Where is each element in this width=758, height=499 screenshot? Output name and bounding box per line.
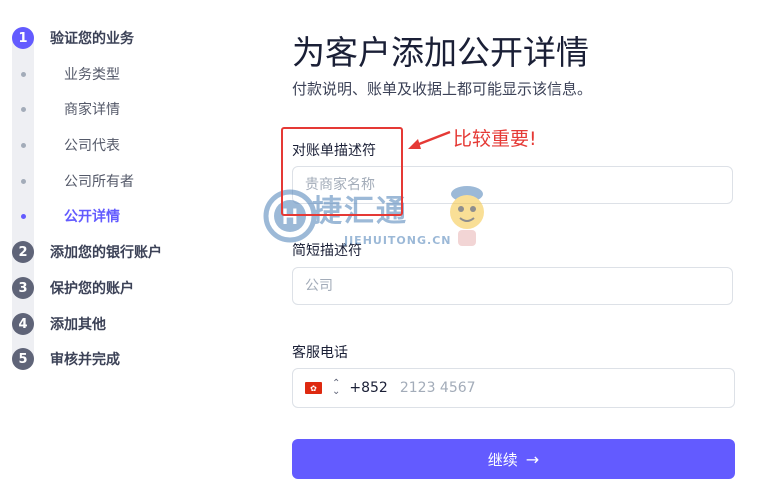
- substep-label: 业务类型: [64, 67, 120, 83]
- step-review-finish[interactable]: 5 审核并完成: [12, 348, 120, 370]
- step-add-bank-account[interactable]: 2 添加您的银行账户: [12, 241, 162, 263]
- continue-button[interactable]: 继续 →: [292, 439, 735, 479]
- step-number: 5: [12, 348, 34, 370]
- watermark-subtext: JIEHUITONG.CN: [344, 234, 452, 247]
- page-title: 为客户添加公开详情: [292, 33, 589, 72]
- hong-kong-flag-icon[interactable]: ✿: [305, 382, 322, 394]
- substep-dot: [20, 178, 26, 184]
- step-secure-account[interactable]: 3 保护您的账户: [12, 277, 134, 299]
- annotation-note: 比较重要!: [453, 128, 537, 150]
- substep-dot: [20, 106, 26, 112]
- substep-company-representative[interactable]: 公司代表: [12, 135, 120, 155]
- step-label: 审核并完成: [50, 352, 120, 368]
- support-phone-label: 客服电话: [292, 345, 348, 361]
- country-code: +852: [349, 380, 388, 396]
- step-number: 1: [12, 27, 34, 49]
- annotation-arrow-icon: [408, 130, 451, 149]
- chevron-updown-icon[interactable]: ⌃ ⌄: [332, 379, 340, 397]
- substep-dot: [20, 71, 26, 77]
- step-number: 2: [12, 241, 34, 263]
- substep-dot: [20, 142, 26, 148]
- substep-label: 公开详情: [64, 209, 120, 225]
- arrow-right-icon: →: [525, 449, 540, 469]
- step-label: 添加您的银行账户: [50, 245, 162, 261]
- step-add-extras[interactable]: 4 添加其他: [12, 313, 106, 335]
- substep-public-details[interactable]: 公开详情: [12, 206, 120, 226]
- substep-label: 公司所有者: [64, 174, 134, 190]
- highlight-box: [281, 127, 403, 216]
- support-phone-input[interactable]: [397, 379, 702, 397]
- step-label: 保护您的账户: [50, 281, 134, 297]
- step-number: 3: [12, 277, 34, 299]
- substep-company-owners[interactable]: 公司所有者: [12, 171, 134, 191]
- continue-label: 继续: [487, 450, 518, 469]
- step-label: 验证您的业务: [50, 31, 134, 47]
- support-phone-field: ✿ ⌃ ⌄ +852: [292, 368, 735, 408]
- short-descriptor-input[interactable]: [292, 267, 733, 305]
- step-number: 4: [12, 313, 34, 335]
- substep-label: 商家详情: [64, 102, 120, 118]
- step-verify-business[interactable]: 1 验证您的业务: [12, 27, 134, 49]
- step-label: 添加其他: [50, 317, 106, 333]
- onboarding-sidebar: 1 验证您的业务 业务类型 商家详情 公司代表 公司所有者 公开详情 2 添加您…: [0, 0, 260, 499]
- page-subtitle: 付款说明、账单及收据上都可能显示该信息。: [292, 80, 593, 98]
- substep-business-details[interactable]: 商家详情: [12, 99, 120, 119]
- substep-business-type[interactable]: 业务类型: [12, 64, 120, 84]
- substep-label: 公司代表: [64, 138, 120, 154]
- substep-dot: [20, 213, 26, 219]
- mascot-icon: [450, 186, 484, 246]
